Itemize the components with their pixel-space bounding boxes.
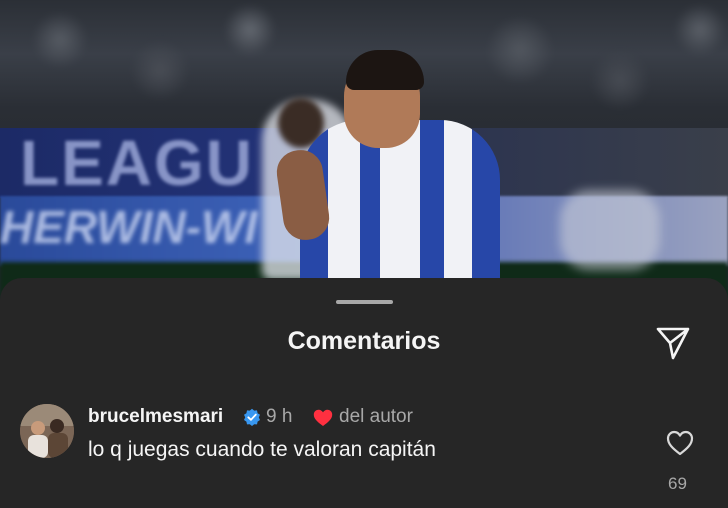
avatar-photo [20, 404, 74, 458]
post-photo: LEAGU HERWIN-WI [0, 0, 728, 300]
liked-by-author-label: del autor [339, 406, 413, 427]
photo-banner-text: LEAGU [20, 127, 254, 199]
like-count: 69 [668, 474, 687, 493]
photo-main-player-jersey [300, 120, 500, 290]
photo-banner2-text: HERWIN-WI [0, 201, 258, 253]
avatar[interactable] [20, 404, 74, 458]
sheet-title: Comentarios [287, 327, 441, 355]
comment-text: lo q juegas cuando te valoran capitán [88, 438, 436, 461]
comments-sheet [0, 278, 728, 508]
sheet-grab-handle[interactable] [336, 300, 393, 304]
send-icon[interactable] [654, 324, 692, 362]
comment-time: 9 h [266, 406, 293, 427]
comment-username[interactable]: brucelmesmari [88, 406, 223, 428]
photo-runner [560, 190, 660, 270]
like-heart-icon[interactable] [666, 430, 694, 456]
verified-icon [244, 408, 260, 426]
heart-liked-icon [313, 409, 333, 426]
